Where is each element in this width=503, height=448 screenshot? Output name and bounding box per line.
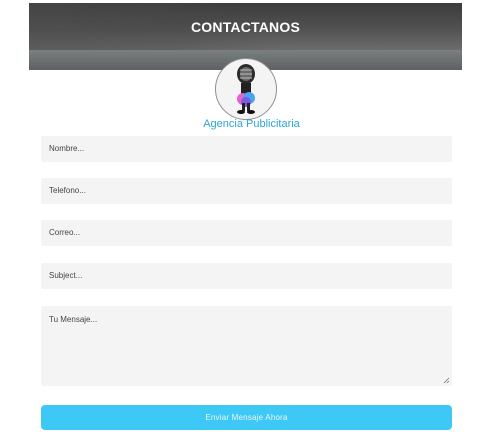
email-field[interactable]: Correo... — [41, 220, 452, 246]
microphone-logo-icon — [215, 58, 277, 120]
phone-field[interactable]: Telefono... — [41, 178, 452, 204]
subject-field[interactable]: Subject... — [41, 263, 452, 289]
page-title: CONTACTANOS — [190, 19, 300, 35]
send-message-button[interactable]: Enviar Mensaje Ahora — [41, 405, 452, 430]
resize-handle-icon[interactable] — [443, 377, 450, 384]
message-textarea[interactable]: Tu Mensaje... — [41, 306, 452, 386]
message-placeholder: Tu Mensaje... — [49, 315, 98, 324]
agency-name: Agencia Publicitaria — [203, 118, 300, 130]
name-field[interactable]: Nombre... — [41, 136, 452, 162]
